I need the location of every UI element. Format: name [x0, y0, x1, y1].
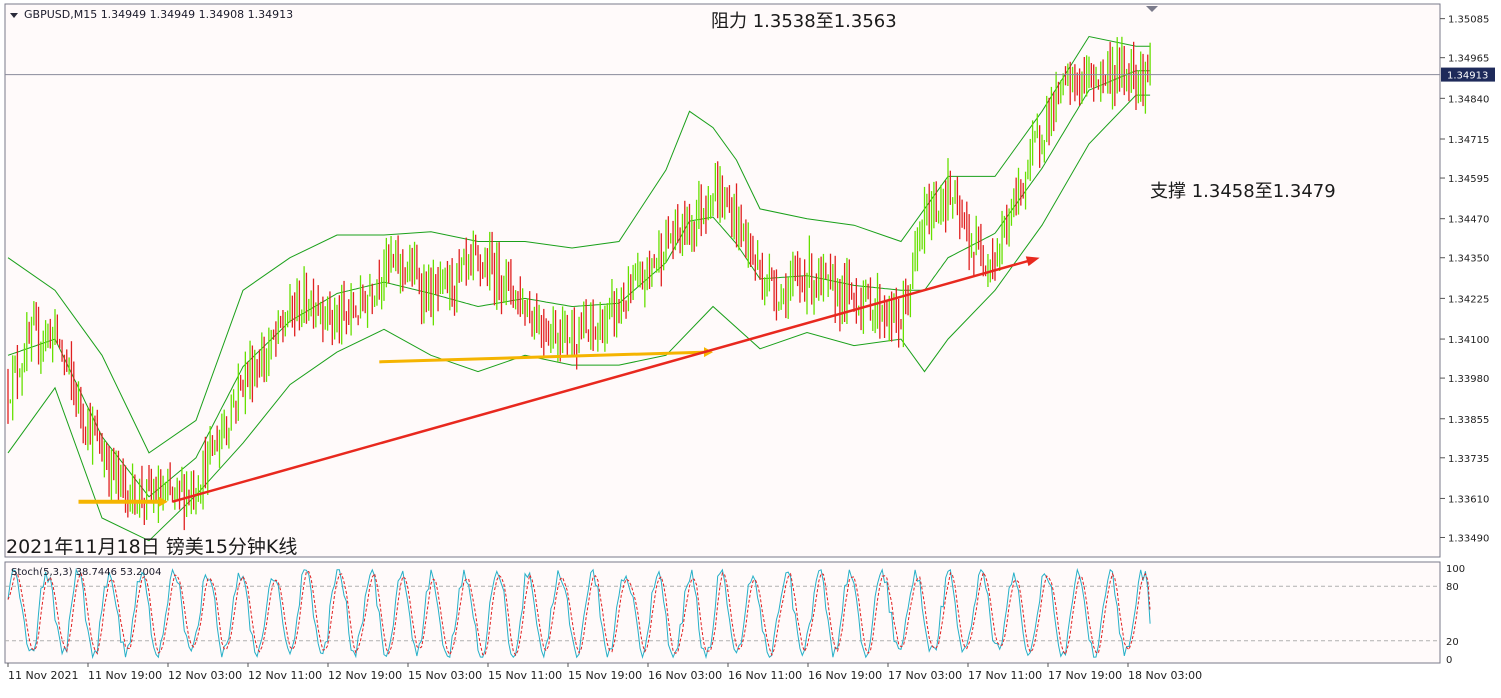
y-tick-label: 1.34225: [1448, 294, 1489, 305]
stoch-y-tick-label: 100: [1446, 564, 1465, 575]
y-tick-label: 1.34965: [1448, 54, 1489, 65]
y-tick-label: 1.34595: [1448, 174, 1489, 185]
x-tick-label: 17 Nov 19:00: [1048, 669, 1122, 682]
x-tick-label: 15 Nov 11:00: [488, 669, 562, 682]
x-tick-label: 15 Nov 03:00: [408, 669, 482, 682]
chart-title: 2021年11月18日 镑美15分钟K线: [6, 536, 297, 558]
x-tick-label: 15 Nov 19:00: [568, 669, 642, 682]
x-tick-label: 18 Nov 03:00: [1128, 669, 1202, 682]
y-tick-label: 1.34470: [1448, 215, 1489, 226]
y-tick-label: 1.34100: [1448, 335, 1489, 346]
y-tick-label: 1.33490: [1448, 533, 1489, 544]
resistance-label: 阻力 1.3538至1.3563: [711, 11, 897, 32]
x-tick-label: 12 Nov 03:00: [168, 669, 242, 682]
stoch-y-tick-label: 20: [1446, 637, 1459, 648]
x-tick-label: 12 Nov 19:00: [328, 669, 402, 682]
y-tick-label: 1.33735: [1448, 454, 1489, 465]
x-tick-label: 11 Nov 19:00: [88, 669, 162, 682]
x-tick-label: 17 Nov 03:00: [888, 669, 962, 682]
y-tick-label: 1.34715: [1448, 135, 1489, 146]
x-tick-label: 16 Nov 11:00: [728, 669, 802, 682]
chart-window: 1.35085 1.34965 1.34840 1.34715 1.34595 1.344…: [0, 0, 1501, 693]
x-tick-label: 16 Nov 03:00: [648, 669, 722, 682]
price-panel[interactable]: [4, 3, 1441, 558]
x-tick-label: 16 Nov 19:00: [808, 669, 882, 682]
price-chart[interactable]: 1.35085 1.34965 1.34840 1.34715 1.34595 1.344…: [0, 0, 1501, 693]
y-tick-label: 1.33610: [1448, 494, 1489, 505]
y-tick-label: 1.34840: [1448, 94, 1489, 105]
x-tick-label: 11 Nov 2021: [8, 669, 78, 682]
stoch-y-tick-label: 80: [1446, 582, 1459, 593]
stoch-y-tick-label: 0: [1446, 655, 1452, 666]
y-tick-label: 1.35085: [1448, 15, 1489, 26]
y-tick-label: 1.33855: [1448, 415, 1489, 426]
x-tick-label: 12 Nov 11:00: [248, 669, 322, 682]
symbol-header: GBPUSD,M15 1.34949 1.34949 1.34908 1.349…: [24, 8, 293, 21]
y-tick-label: 1.34350: [1448, 254, 1489, 265]
stoch-header: Stoch(5,3,3) 38.7446 53.2004: [11, 567, 162, 578]
current-price-label: 1.34913: [1447, 71, 1488, 82]
y-tick-label: 1.33980: [1448, 374, 1489, 385]
support-label: 支撑 1.3458至1.3479: [1150, 181, 1336, 202]
x-tick-label: 17 Nov 11:00: [968, 669, 1042, 682]
